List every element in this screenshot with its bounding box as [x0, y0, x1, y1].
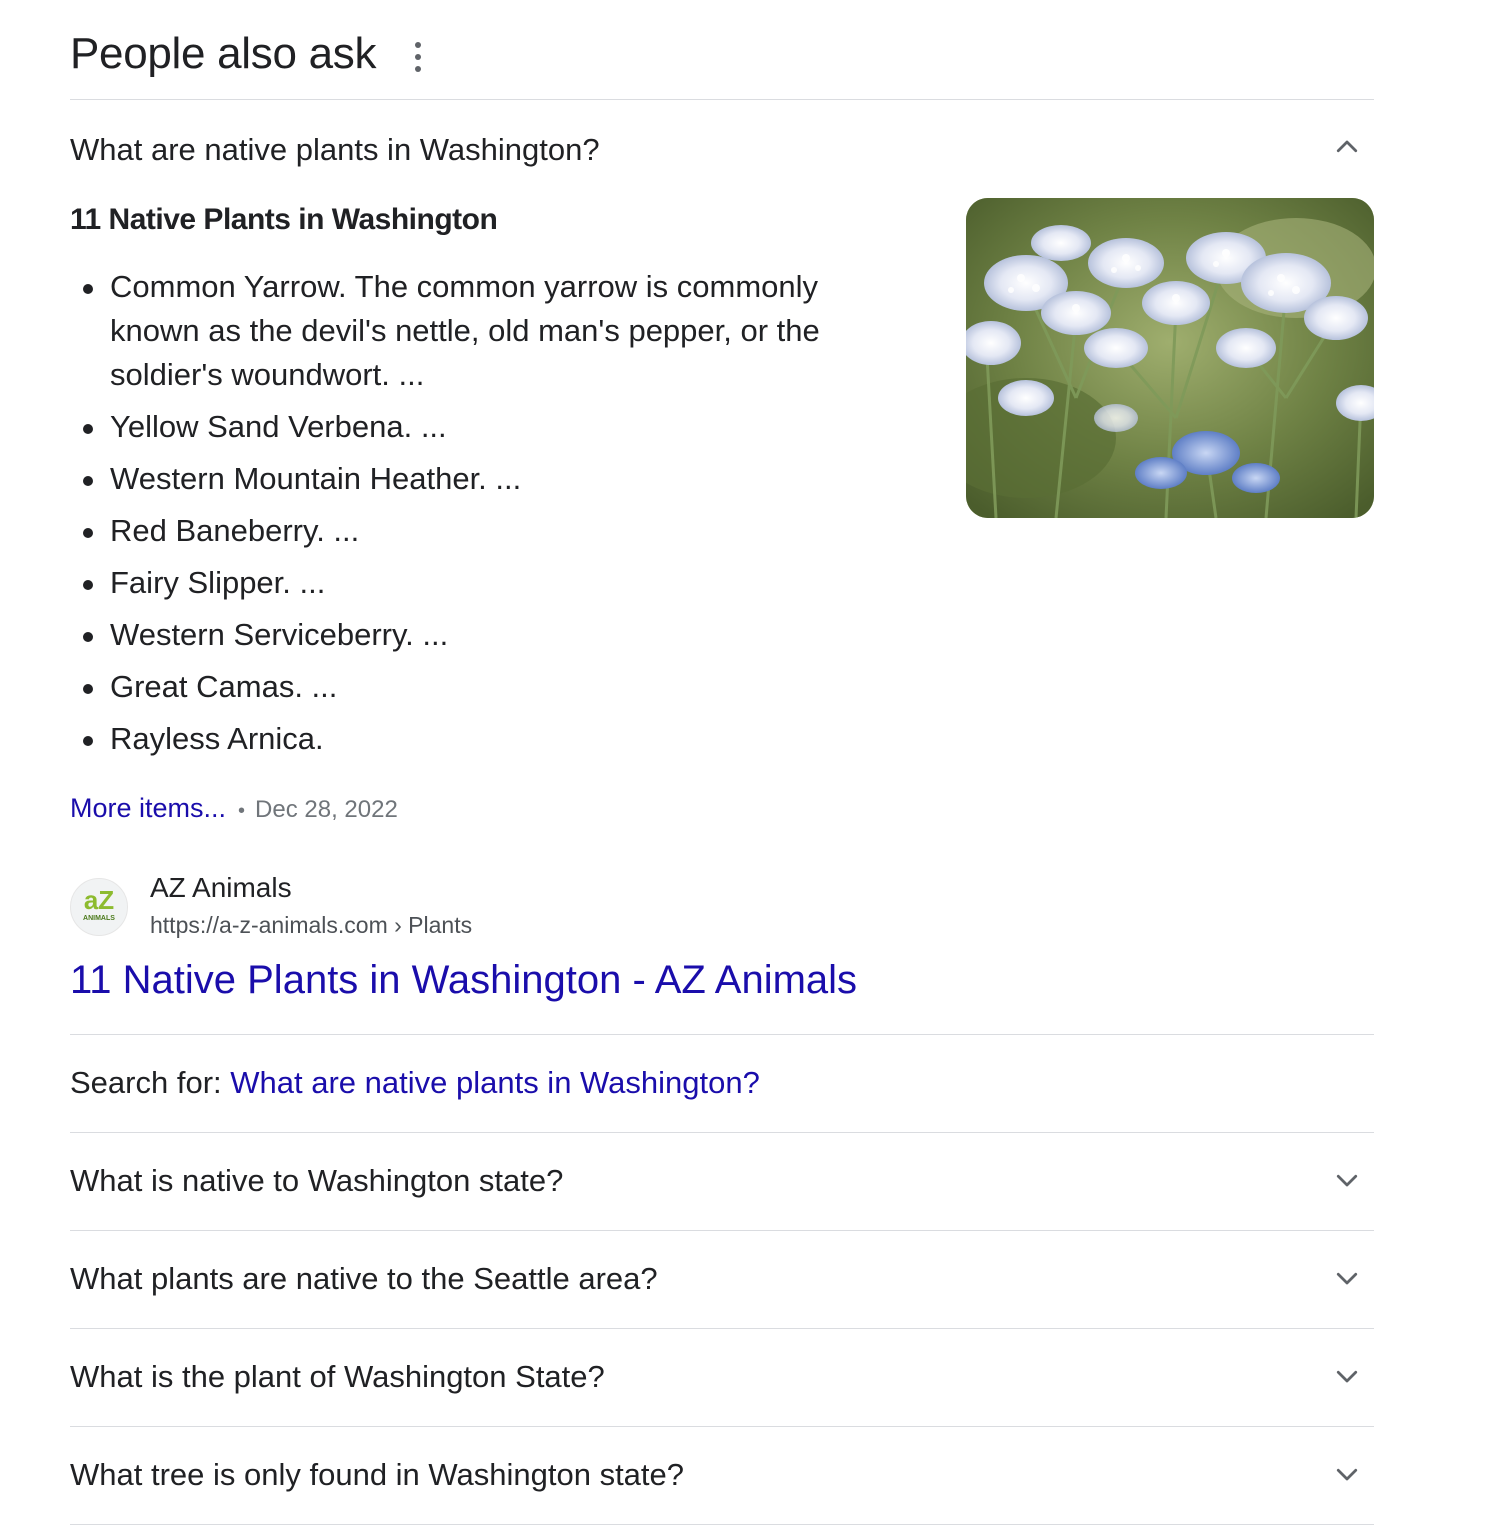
- site-url: https://a-z-animals.com › Plants: [150, 912, 473, 938]
- chevron-down-icon[interactable]: [1332, 1361, 1362, 1391]
- search-for-label: Search for:: [70, 1065, 231, 1100]
- list-item: Common Yarrow. The common yarrow is comm…: [70, 265, 870, 397]
- chevron-up-icon[interactable]: [1332, 132, 1362, 162]
- source-info[interactable]: aZ ANIMALS AZ Animals https://a-z-animal…: [70, 870, 970, 940]
- list-item: Western Mountain Heather. ...: [70, 457, 870, 501]
- more-items-link[interactable]: More items...: [70, 793, 226, 823]
- question-row[interactable]: What is the plant of Washington State?: [70, 1329, 1374, 1427]
- chevron-down-icon[interactable]: [1332, 1459, 1362, 1489]
- question-row-open[interactable]: What are native plants in Washington?: [70, 100, 1374, 198]
- answer-list: Common Yarrow. The common yarrow is comm…: [70, 265, 870, 769]
- result-title-link[interactable]: 11 Native Plants in Washington - AZ Anim…: [70, 955, 857, 1005]
- other-questions: What is native to Washington state? What…: [70, 1132, 1374, 1525]
- list-item: Western Serviceberry. ...: [70, 613, 870, 657]
- site-name: AZ Animals: [150, 872, 292, 903]
- expanded-question: What are native plants in Washington? 11…: [70, 100, 1374, 1035]
- more-items-line: More items... • Dec 28, 2022: [70, 790, 398, 829]
- search-for-link[interactable]: What are native plants in Washington?: [230, 1065, 760, 1100]
- question-row[interactable]: What plants are native to the Seattle ar…: [70, 1231, 1374, 1329]
- more-options-icon[interactable]: [408, 42, 428, 72]
- question-text: What is native to Washington state?: [70, 1163, 564, 1198]
- question-text: What are native plants in Washington?: [70, 132, 600, 167]
- chevron-down-icon[interactable]: [1332, 1165, 1362, 1195]
- question-row[interactable]: What is native to Washington state?: [70, 1132, 1374, 1231]
- list-item: Great Camas. ...: [70, 665, 870, 709]
- flower-photo: [966, 198, 1374, 518]
- question-text: What plants are native to the Seattle ar…: [70, 1261, 658, 1296]
- list-item: Yellow Sand Verbena. ...: [70, 405, 870, 449]
- question-row[interactable]: What tree is only found in Washington st…: [70, 1427, 1374, 1525]
- search-for-line: Search for: What are native plants in Wa…: [70, 1063, 760, 1103]
- svg-text:aZ: aZ: [84, 885, 114, 915]
- yarrow-flower-image[interactable]: [966, 198, 1374, 518]
- list-item: Red Baneberry. ...: [70, 509, 870, 553]
- paa-title: People also ask: [70, 29, 377, 78]
- list-item: Rayless Arnica.: [70, 717, 870, 761]
- list-item: Fairy Slipper. ...: [70, 561, 870, 605]
- answer-date: Dec 28, 2022: [255, 796, 398, 823]
- people-also-ask: People also ask What are native plants i…: [70, 0, 1374, 1525]
- question-text: What is the plant of Washington State?: [70, 1359, 605, 1394]
- paa-header: People also ask: [70, 0, 1374, 100]
- answer-heading: 11 Native Plants in Washington: [70, 203, 498, 236]
- az-animals-favicon-icon: aZ ANIMALS: [70, 878, 128, 936]
- question-text: What tree is only found in Washington st…: [70, 1457, 685, 1492]
- svg-text:ANIMALS: ANIMALS: [83, 915, 115, 922]
- separator: •: [238, 800, 246, 822]
- chevron-down-icon[interactable]: [1332, 1263, 1362, 1293]
